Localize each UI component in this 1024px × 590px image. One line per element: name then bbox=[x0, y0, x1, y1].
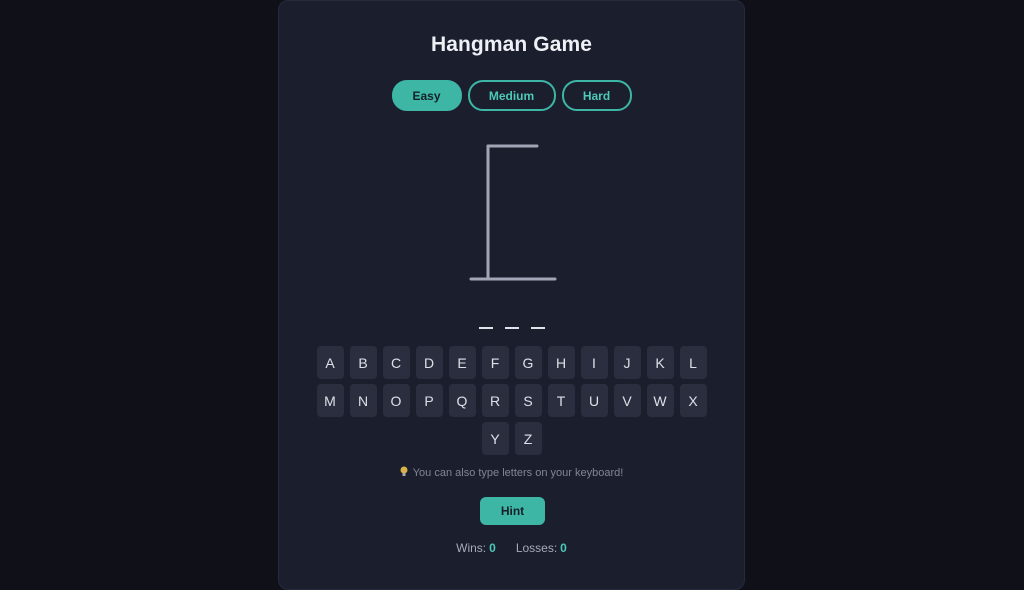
key-p[interactable]: P bbox=[415, 384, 443, 417]
key-t[interactable]: T bbox=[547, 384, 575, 417]
word-display bbox=[279, 307, 744, 329]
key-y[interactable]: Y bbox=[481, 422, 509, 455]
key-x[interactable]: X bbox=[679, 384, 707, 417]
difficulty-easy-button[interactable]: Easy bbox=[391, 80, 462, 111]
key-a[interactable]: A bbox=[316, 346, 344, 379]
gallows-drawing bbox=[469, 144, 557, 281]
key-c[interactable]: C bbox=[382, 346, 410, 379]
keyboard-tip: You can also type letters on your keyboa… bbox=[279, 466, 744, 479]
letter-slot bbox=[530, 307, 545, 329]
keyboard-row-3: Y Z bbox=[279, 422, 744, 455]
hint-button[interactable]: Hint bbox=[480, 497, 545, 525]
key-h[interactable]: H bbox=[547, 346, 575, 379]
key-d[interactable]: D bbox=[415, 346, 443, 379]
scoreboard: Wins: 0 Losses: 0 bbox=[279, 541, 744, 555]
key-q[interactable]: Q bbox=[448, 384, 476, 417]
key-o[interactable]: O bbox=[382, 384, 410, 417]
key-i[interactable]: I bbox=[580, 346, 608, 379]
difficulty-medium-button[interactable]: Medium bbox=[467, 80, 556, 111]
losses-stat: Losses: 0 bbox=[516, 541, 567, 555]
key-u[interactable]: U bbox=[580, 384, 608, 417]
wins-count: 0 bbox=[489, 541, 496, 555]
key-g[interactable]: G bbox=[514, 346, 542, 379]
game-card: Hangman Game Easy Medium Hard A B C D E … bbox=[278, 0, 745, 590]
key-j[interactable]: J bbox=[613, 346, 641, 379]
page-title: Hangman Game bbox=[430, 33, 593, 56]
letter-keyboard: A B C D E F G H I J K L M N O P Q R S T … bbox=[279, 346, 744, 460]
keyboard-row-1: A B C D E F G H I J K L bbox=[279, 346, 744, 379]
difficulty-hard-button[interactable]: Hard bbox=[561, 80, 632, 111]
key-k[interactable]: K bbox=[646, 346, 674, 379]
losses-label: Losses: bbox=[515, 541, 558, 555]
losses-count: 0 bbox=[560, 541, 567, 555]
key-n[interactable]: N bbox=[349, 384, 377, 417]
wins-stat: Wins: 0 bbox=[456, 541, 496, 555]
key-s[interactable]: S bbox=[514, 384, 542, 417]
letter-slot bbox=[504, 307, 519, 329]
key-w[interactable]: W bbox=[646, 384, 674, 417]
key-b[interactable]: B bbox=[349, 346, 377, 379]
lightbulb-icon bbox=[400, 466, 408, 476]
keyboard-row-2: M N O P Q R S T U V W X bbox=[279, 384, 744, 417]
tip-text: You can also type letters on your keyboa… bbox=[412, 467, 624, 479]
letter-slot bbox=[478, 307, 493, 329]
key-z[interactable]: Z bbox=[514, 422, 542, 455]
difficulty-selector: Easy Medium Hard bbox=[279, 80, 744, 111]
key-e[interactable]: E bbox=[448, 346, 476, 379]
key-f[interactable]: F bbox=[481, 346, 509, 379]
key-v[interactable]: V bbox=[613, 384, 641, 417]
key-l[interactable]: L bbox=[679, 346, 707, 379]
key-r[interactable]: R bbox=[481, 384, 509, 417]
key-m[interactable]: M bbox=[316, 384, 344, 417]
wins-label: Wins: bbox=[456, 541, 487, 555]
